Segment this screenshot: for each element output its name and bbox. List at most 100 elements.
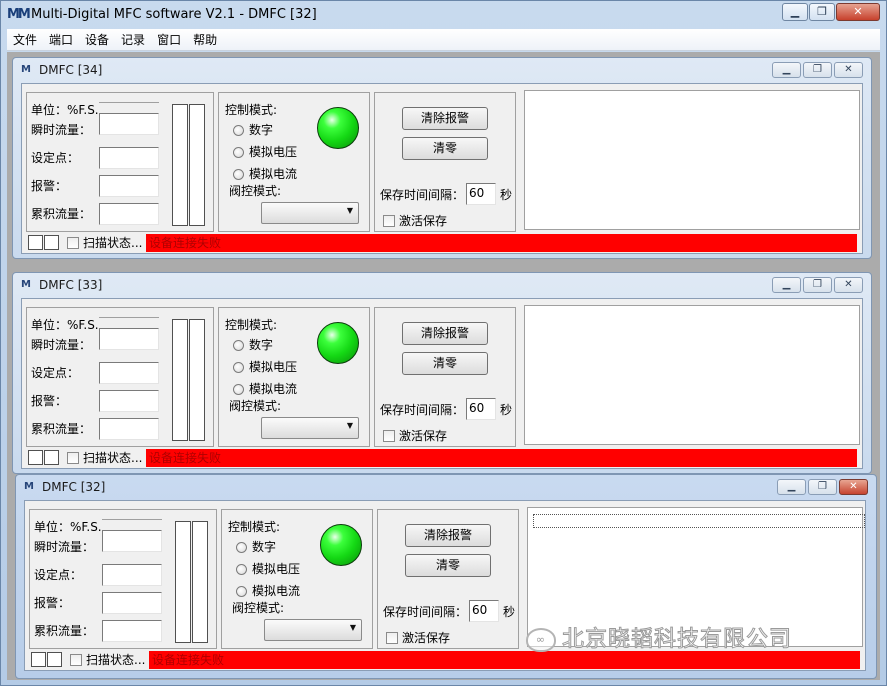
radio-icon [236, 585, 247, 597]
setpoint-label: 设定点： [34, 568, 83, 582]
radio-analog-current-label: 模拟电流 [252, 584, 301, 598]
menu-record[interactable]: 记录 [115, 29, 151, 51]
valve-mode-select[interactable]: ▼ [261, 417, 359, 439]
child-titlebar[interactable]: M DMFC [34] ▁ ❐ ✕ [13, 58, 871, 83]
setpoint-field[interactable] [102, 564, 162, 586]
chevron-down-icon: ▼ [346, 421, 353, 430]
total-flow-field [99, 418, 159, 440]
clear-alarm-button[interactable]: 清除报警 [402, 322, 488, 345]
radio-digital[interactable]: 数字 [233, 338, 273, 352]
indicator-square-2 [44, 235, 59, 250]
child-minimize-button[interactable]: ▁ [772, 62, 801, 78]
scan-status-checkbox[interactable]: 扫描状态... [70, 653, 145, 667]
child-close-button[interactable]: ✕ [839, 479, 868, 495]
valve-mode-select[interactable]: ▼ [264, 619, 362, 641]
zero-button[interactable]: 清零 [402, 137, 488, 160]
alarm-field[interactable] [99, 175, 159, 197]
restore-button[interactable]: ❐ [809, 3, 835, 21]
radio-analog-voltage-label: 模拟电压 [249, 360, 298, 374]
child-titlebar[interactable]: M DMFC [32] ▁ ❐ ✕ [16, 475, 876, 500]
scan-status-checkbox[interactable]: 扫描状态... [67, 236, 142, 250]
setpoint-label: 设定点： [31, 151, 80, 165]
menu-bar: 文件 端口 设备 记录 窗口 帮助 [7, 29, 880, 51]
control-mode-group: 控制模式: 数字 模拟电压 模拟电流 阀控模式: ▼ [218, 92, 370, 232]
radio-icon [233, 361, 244, 373]
zero-button[interactable]: 清零 [405, 554, 491, 577]
flow-field [99, 328, 159, 350]
radio-analog-current[interactable]: 模拟电流 [233, 167, 297, 181]
radio-icon [233, 383, 244, 395]
zero-button[interactable]: 清零 [402, 352, 488, 375]
radio-analog-voltage-label: 模拟电压 [252, 562, 301, 576]
child-title: DMFC [34] [39, 63, 103, 77]
radio-digital[interactable]: 数字 [236, 540, 276, 554]
save-interval-label: 保存时间间隔： [383, 605, 468, 619]
watermark: ∞ 北京晓韬科技有限公司 [526, 626, 868, 654]
total-flow-field [102, 620, 162, 642]
unit-label: 单位：%F.S. [34, 520, 102, 534]
close-button[interactable]: ✕ [836, 3, 880, 21]
control-mode-group: 控制模式: 数字 模拟电压 模拟电流 阀控模式: ▼ [221, 509, 373, 649]
clear-alarm-button[interactable]: 清除报警 [405, 524, 491, 547]
scan-status-checkbox[interactable]: 扫描状态... [67, 451, 142, 465]
child-close-button[interactable]: ✕ [834, 62, 863, 78]
alarm-field[interactable] [102, 592, 162, 614]
indicator-square-1 [31, 652, 46, 667]
menu-device[interactable]: 设备 [79, 29, 115, 51]
menu-file[interactable]: 文件 [7, 29, 43, 51]
clear-alarm-button[interactable]: 清除报警 [402, 107, 488, 130]
main-titlebar[interactable]: MM Multi-Digital MFC software V2.1 - DMF… [1, 1, 886, 29]
save-interval-input[interactable]: 60 [466, 398, 496, 420]
chevron-down-icon: ▼ [349, 623, 356, 632]
save-interval-input[interactable]: 60 [469, 600, 499, 622]
activate-save-checkbox[interactable]: 激活保存 [383, 214, 447, 228]
activate-save-checkbox[interactable]: 激活保存 [386, 631, 450, 645]
child-minimize-button[interactable]: ▁ [772, 277, 801, 293]
checkbox-icon [383, 430, 395, 442]
radio-analog-current[interactable]: 模拟电流 [233, 382, 297, 396]
child-restore-button[interactable]: ❐ [808, 479, 837, 495]
actions-group: 清除报警 清零 保存时间间隔： 60 秒 激活保存 [374, 307, 516, 447]
child-restore-button[interactable]: ❐ [803, 62, 832, 78]
readings-group: 单位：%F.S. 瞬时流量： 设定点： 报警： 累积流量： [26, 307, 214, 447]
save-interval-input[interactable]: 60 [466, 183, 496, 205]
scan-status-label: 扫描状态... [86, 653, 146, 667]
activate-save-label: 激活保存 [399, 214, 448, 228]
flow-label: 瞬时流量： [31, 123, 92, 137]
actions-group: 清除报警 清零 保存时间间隔： 60 秒 激活保存 [377, 509, 519, 649]
setpoint-label: 设定点： [31, 366, 80, 380]
radio-digital-label: 数字 [249, 123, 274, 137]
radio-analog-current[interactable]: 模拟电流 [236, 584, 300, 598]
seconds-label: 秒 [500, 403, 513, 417]
child-titlebar[interactable]: M DMFC [33] ▁ ❐ ✕ [13, 273, 871, 298]
child-close-button[interactable]: ✕ [834, 277, 863, 293]
watermark-text: 北京晓韬科技有限公司 [561, 627, 793, 653]
activate-save-checkbox[interactable]: 激活保存 [383, 429, 447, 443]
checkbox-icon [386, 632, 398, 644]
radio-digital[interactable]: 数字 [233, 123, 273, 137]
radio-analog-voltage-label: 模拟电压 [249, 145, 298, 159]
radio-analog-voltage[interactable]: 模拟电压 [233, 145, 297, 159]
menu-help[interactable]: 帮助 [187, 29, 223, 51]
setpoint-field[interactable] [99, 362, 159, 384]
control-mode-group: 控制模式: 数字 模拟电压 模拟电流 阀控模式: ▼ [218, 307, 370, 447]
valve-mode-select[interactable]: ▼ [261, 202, 359, 224]
radio-analog-voltage[interactable]: 模拟电压 [233, 360, 297, 374]
total-flow-field [99, 203, 159, 225]
child-minimize-button[interactable]: ▁ [777, 479, 806, 495]
flow-bar-gauge [175, 521, 191, 643]
menu-port[interactable]: 端口 [43, 29, 79, 51]
radio-icon [236, 541, 247, 553]
flow-label: 瞬时流量： [31, 338, 92, 352]
minimize-button[interactable]: ▁ [782, 3, 808, 21]
menu-window[interactable]: 窗口 [151, 29, 187, 51]
status-bar: 设备连接失败 [146, 449, 857, 467]
log-selected-line[interactable] [533, 514, 865, 528]
total-flow-label: 累积流量： [34, 624, 95, 638]
child-restore-button[interactable]: ❐ [803, 277, 832, 293]
radio-analog-voltage[interactable]: 模拟电压 [236, 562, 300, 576]
radio-analog-current-label: 模拟电流 [249, 382, 298, 396]
status-led-icon [317, 322, 359, 364]
setpoint-field[interactable] [99, 147, 159, 169]
alarm-field[interactable] [99, 390, 159, 412]
